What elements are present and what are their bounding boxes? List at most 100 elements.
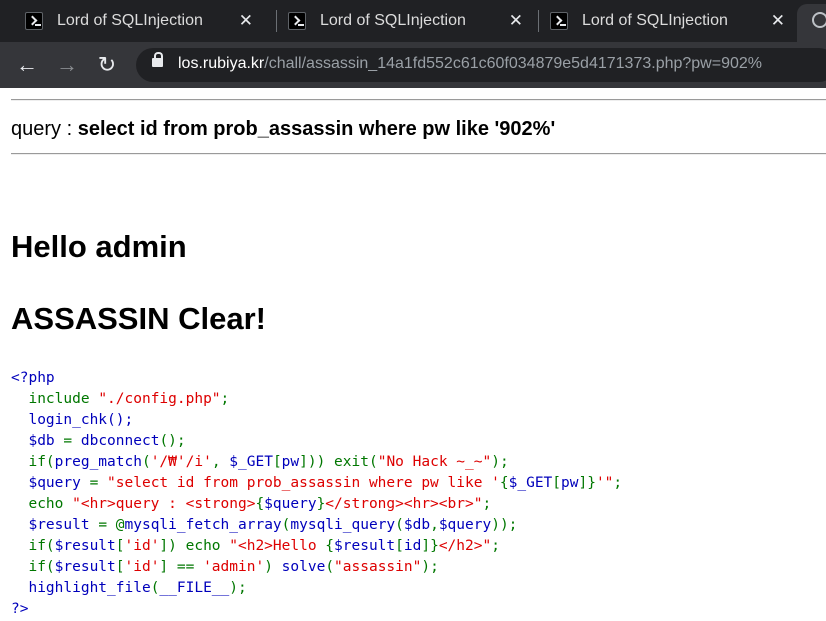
code-token: "<h2>Hello <box>229 538 326 554</box>
code-token: ); <box>229 580 247 596</box>
code-token: mysqli_query <box>290 517 396 533</box>
code-token: '/₩'/i' <box>150 454 212 470</box>
back-arrow-icon[interactable]: ← <box>12 50 42 80</box>
code-token: "select id from prob_assassin where pw l… <box>107 475 500 491</box>
code-token: pw <box>561 475 579 491</box>
code-token: [ <box>395 538 404 554</box>
code-token: ]) echo <box>159 538 230 554</box>
code-token: $_GET <box>229 454 273 470</box>
hello-heading: Hello admin <box>11 229 187 264</box>
code-token: highlight_file <box>11 580 151 596</box>
code-token: [ <box>115 559 125 575</box>
code-token: $db <box>403 517 431 533</box>
code-token: '" <box>595 475 614 491</box>
url-path: /chall/assassin_14a1fd552c61c60f034879e5… <box>264 55 762 72</box>
code-token: echo <box>11 496 73 512</box>
code-token: $_GET <box>508 475 553 491</box>
close-tab-icon[interactable]: ✕ <box>771 11 785 31</box>
code-token: ); <box>491 454 509 470</box>
globe-favicon-icon <box>812 12 826 28</box>
lock-icon[interactable] <box>152 52 163 67</box>
code-token: "assassin" <box>334 559 422 575</box>
code-token: <?php <box>11 370 55 386</box>
code-token: } <box>316 496 326 512</box>
code-token: pw <box>281 454 300 470</box>
code-token: ?> <box>11 601 29 617</box>
code-token: $result <box>334 538 396 554</box>
query-display: query : select id from prob_assassin whe… <box>11 118 555 141</box>
code-token: ( <box>141 454 151 470</box>
code-token: solve <box>281 559 326 575</box>
code-token: (); <box>159 433 186 449</box>
code-token: ; <box>220 391 230 407</box>
reload-icon[interactable]: ↻ <box>92 50 122 80</box>
code-token: $result <box>54 559 116 575</box>
code-token: mysqli_fetch_array <box>124 517 282 533</box>
code-token: , <box>430 517 439 533</box>
terminal-favicon-icon <box>288 12 306 30</box>
code-token: = <box>63 433 81 449</box>
code-token: preg_match <box>54 454 142 470</box>
code-token: [ <box>552 475 562 491</box>
terminal-favicon-icon <box>25 12 43 30</box>
code-token: ; <box>482 496 492 512</box>
code-token: if( <box>11 538 55 554</box>
code-token: , <box>211 454 230 470</box>
close-tab-icon[interactable]: ✕ <box>239 11 253 31</box>
tab-title: Lord of SQLInjection <box>582 12 728 29</box>
code-token: 'id' <box>124 538 160 554</box>
code-token: ]} <box>421 538 439 554</box>
code-token: 'id' <box>124 559 160 575</box>
code-token: $result <box>54 538 116 554</box>
terminal-favicon-icon <box>550 12 568 30</box>
code-token: { <box>499 475 509 491</box>
close-tab-icon[interactable]: ✕ <box>509 11 523 31</box>
clear-heading: ASSASSIN Clear! <box>11 301 266 336</box>
query-value: select id from prob_assassin where pw li… <box>77 118 556 140</box>
code-token: 'admin' <box>203 559 265 575</box>
code-token: ]} <box>578 475 596 491</box>
php-source-code: <?php include "./config.php"; login_chk(… <box>11 368 622 620</box>
code-token: id <box>403 538 422 554</box>
horizontal-rule-bottom <box>11 153 826 155</box>
code-token: "./config.php" <box>98 391 221 407</box>
code-token: ( <box>395 517 404 533</box>
code-token: </h2>" <box>438 538 492 554</box>
code-token: login_chk(); <box>11 412 134 428</box>
code-token: { <box>255 496 265 512</box>
browser-tab-3[interactable]: Lord of SQLInjection ✕ <box>532 0 797 42</box>
code-token: ])) exit( <box>299 454 378 470</box>
code-token: [ <box>115 538 125 554</box>
code-token: ) <box>264 559 282 575</box>
code-token: __FILE__ <box>159 580 230 596</box>
code-token: ); <box>421 559 439 575</box>
code-token: </strong><hr><br>" <box>325 496 483 512</box>
code-token: $query <box>11 475 90 491</box>
tab-title: Lord of SQLInjection <box>320 12 466 29</box>
address-bar[interactable]: los.rubiya.kr/chall/assassin_14a1fd552c6… <box>136 48 826 82</box>
code-token: $result <box>11 517 99 533</box>
code-token: ; <box>491 538 500 554</box>
code-token: ( <box>325 559 335 575</box>
code-token: $query <box>438 517 492 533</box>
horizontal-rule-top <box>11 99 826 101</box>
url-text[interactable]: los.rubiya.kr/chall/assassin_14a1fd552c6… <box>178 55 762 73</box>
browser-tab-2[interactable]: Lord of SQLInjection ✕ <box>270 0 535 42</box>
code-token: "No Hack ~_~" <box>377 454 492 470</box>
code-token: include <box>11 391 99 407</box>
forward-arrow-icon[interactable]: → <box>52 50 82 80</box>
code-token: = <box>89 475 108 491</box>
query-label: query : <box>11 118 78 140</box>
code-token: = @ <box>98 517 125 533</box>
code-token: { <box>325 538 335 554</box>
code-token: )); <box>491 517 518 533</box>
code-token: dbconnect <box>80 433 160 449</box>
code-token: $query <box>264 496 317 512</box>
code-token: [ <box>272 454 282 470</box>
code-token: $db <box>11 433 64 449</box>
code-token: ] == <box>159 559 204 575</box>
browser-tab-1[interactable]: Lord of SQLInjection ✕ <box>0 0 265 42</box>
tab-title: Lord of SQLInjection <box>57 12 203 29</box>
url-host: los.rubiya.kr <box>178 55 265 72</box>
code-token: if( <box>11 454 55 470</box>
